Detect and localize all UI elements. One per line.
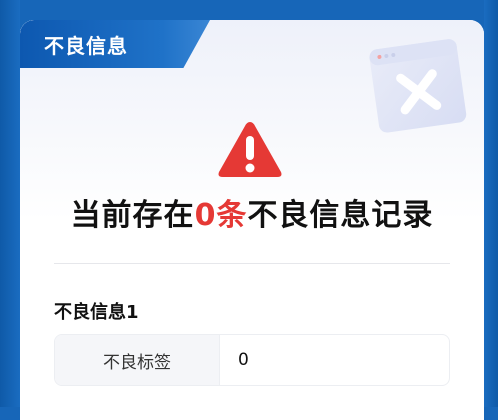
right-frame (484, 0, 498, 407)
section-title: 不良信息1 (54, 302, 139, 323)
error-window-icon (369, 39, 467, 133)
info-label: 不良标签 (55, 335, 220, 385)
info-value: 0 (238, 350, 249, 370)
bad-record-count: 0条 (194, 198, 248, 233)
summary-prefix: 当前存在 (70, 198, 195, 233)
divider (54, 263, 450, 264)
info-row-bad-tag: 不良标签 0 (54, 334, 450, 386)
summary-suffix: 不良信息记录 (247, 198, 434, 233)
summary-headline: 当前存在0条不良信息记录 (20, 190, 484, 234)
left-frame (0, 0, 20, 407)
warning-triangle-icon (218, 122, 282, 177)
bad-info-card: 不良信息 当前存在0条不良信息记录 不良信息1 不良标签 0 (20, 20, 484, 420)
card-title: 不良信息 (44, 34, 128, 58)
